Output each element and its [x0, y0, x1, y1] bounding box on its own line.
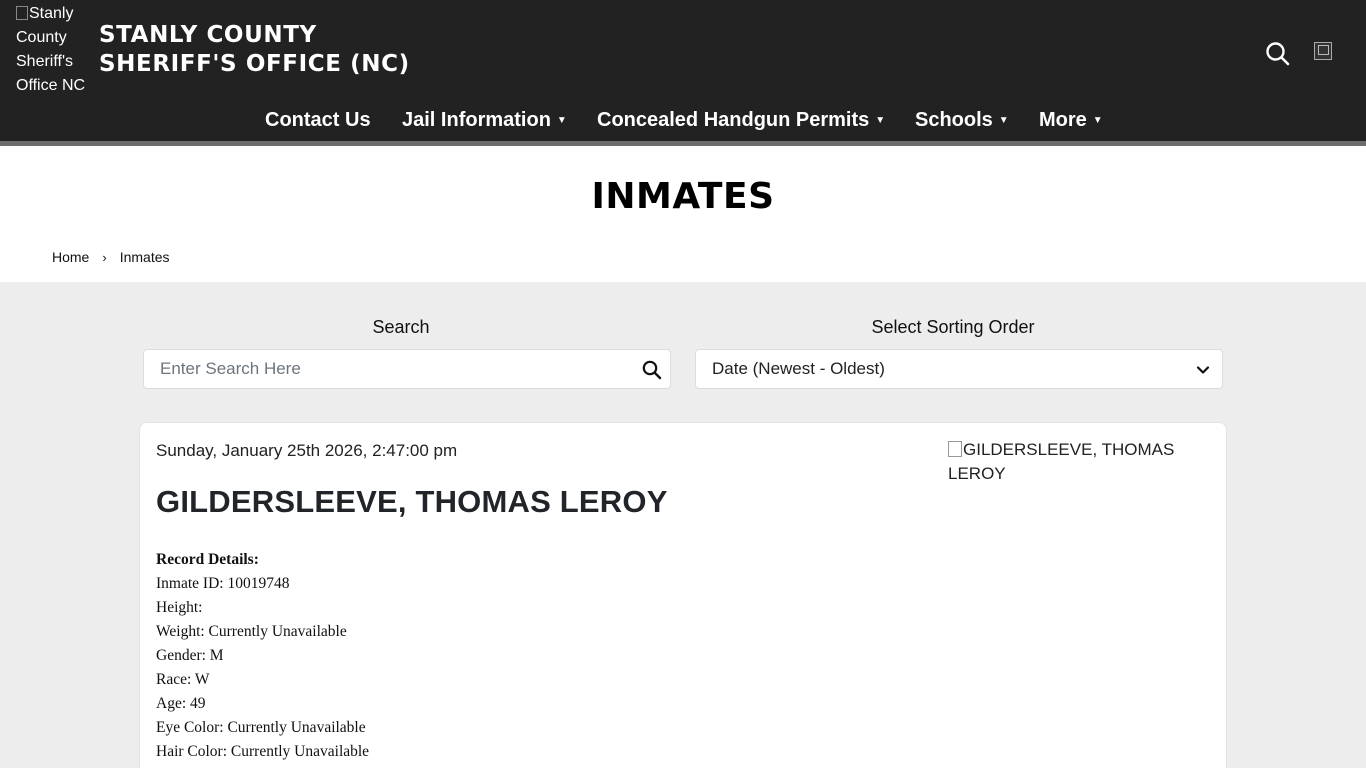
site-title[interactable]: STANLY COUNTY SHERIFF'S OFFICE (NC): [99, 21, 410, 79]
detail-weight: Weight: Currently Unavailable: [156, 623, 347, 640]
caret-down-icon: ▼: [1092, 115, 1103, 126]
chevron-down-icon: [1196, 366, 1210, 374]
page-title-section: INMATES Home › Inmates: [0, 146, 1366, 282]
inmate-card: Sunday, January 25th 2026, 2:47:00 pm GI…: [139, 422, 1227, 768]
sort-label: Select Sorting Order: [871, 317, 1035, 337]
inmate-photo-alt: GILDERSLEEVE, THOMAS LEROY: [948, 440, 1175, 483]
detail-height: Height:: [156, 599, 203, 616]
nav-item-label: Contact Us: [265, 109, 371, 131]
record-details-heading: Record Details:: [156, 551, 259, 568]
search-label: Search: [372, 317, 430, 337]
header-search-button[interactable]: [1264, 40, 1292, 68]
broken-image-icon: [16, 6, 28, 20]
breadcrumb: Home › Inmates: [52, 248, 170, 267]
nav-item-concealed-handgun-permits[interactable]: Concealed Handgun Permits ▼: [597, 104, 885, 137]
nav-item-schools[interactable]: Schools ▼: [915, 104, 1009, 137]
search-icon: [1266, 42, 1290, 66]
nav-item-label: Jail Information: [402, 109, 551, 131]
inmate-photo[interactable]: GILDERSLEEVE, THOMAS LEROY: [948, 438, 1198, 486]
caret-down-icon: ▼: [875, 115, 886, 126]
broken-image-icon: [948, 441, 962, 457]
nav-item-label: Schools: [915, 109, 993, 131]
site-header: Stanly County Sheriff's Office NC STANLY…: [0, 0, 1366, 141]
nav-item-label: Concealed Handgun Permits: [597, 109, 870, 131]
page-title: INMATES: [591, 176, 775, 217]
broken-image-icon: [1314, 42, 1332, 60]
sort-order-select[interactable]: Date (Newest - Oldest): [695, 349, 1223, 389]
detail-hair-color: Hair Color: Currently Unavailable: [156, 743, 370, 760]
detail-gender: Gender: M: [156, 647, 224, 664]
search-field: [143, 349, 671, 389]
breadcrumb-current: Inmates: [119, 249, 170, 265]
sort-order-value: Date (Newest - Oldest): [712, 359, 885, 378]
detail-eye-color: Eye Color: Currently Unavailable: [156, 719, 366, 736]
detail-age: Age: 49: [156, 695, 206, 712]
inmate-name[interactable]: GILDERSLEEVE, THOMAS LEROY: [156, 483, 668, 521]
site-logo[interactable]: Stanly County Sheriff's Office NC: [16, 2, 94, 98]
nav-item-jail-information[interactable]: Jail Information ▼: [402, 104, 567, 137]
breadcrumb-home-link[interactable]: Home: [52, 249, 89, 265]
nav-item-more[interactable]: More ▼: [1039, 104, 1103, 137]
breadcrumb-separator-icon: ›: [102, 250, 107, 265]
caret-down-icon: ▼: [998, 115, 1009, 126]
language-button[interactable]: [1314, 42, 1338, 64]
caret-down-icon: ▼: [556, 115, 567, 126]
detail-inmate-id: Inmate ID: 10019748: [156, 575, 290, 592]
search-icon[interactable]: [641, 359, 663, 381]
site-title-line1: STANLY COUNTY: [99, 22, 317, 48]
search-input[interactable]: [144, 350, 624, 388]
nav-item-contact-us[interactable]: Contact Us: [265, 104, 371, 136]
site-title-line2: SHERIFF'S OFFICE (NC): [99, 51, 410, 77]
main-nav: Contact Us Jail Information ▼ Concealed H…: [0, 104, 1366, 138]
record-details: Record Details: Inmate ID: 10019748 Heig…: [156, 548, 369, 764]
detail-race: Race: W: [156, 671, 210, 688]
booking-date: Sunday, January 25th 2026, 2:47:00 pm: [156, 441, 458, 460]
nav-item-label: More: [1039, 109, 1087, 131]
